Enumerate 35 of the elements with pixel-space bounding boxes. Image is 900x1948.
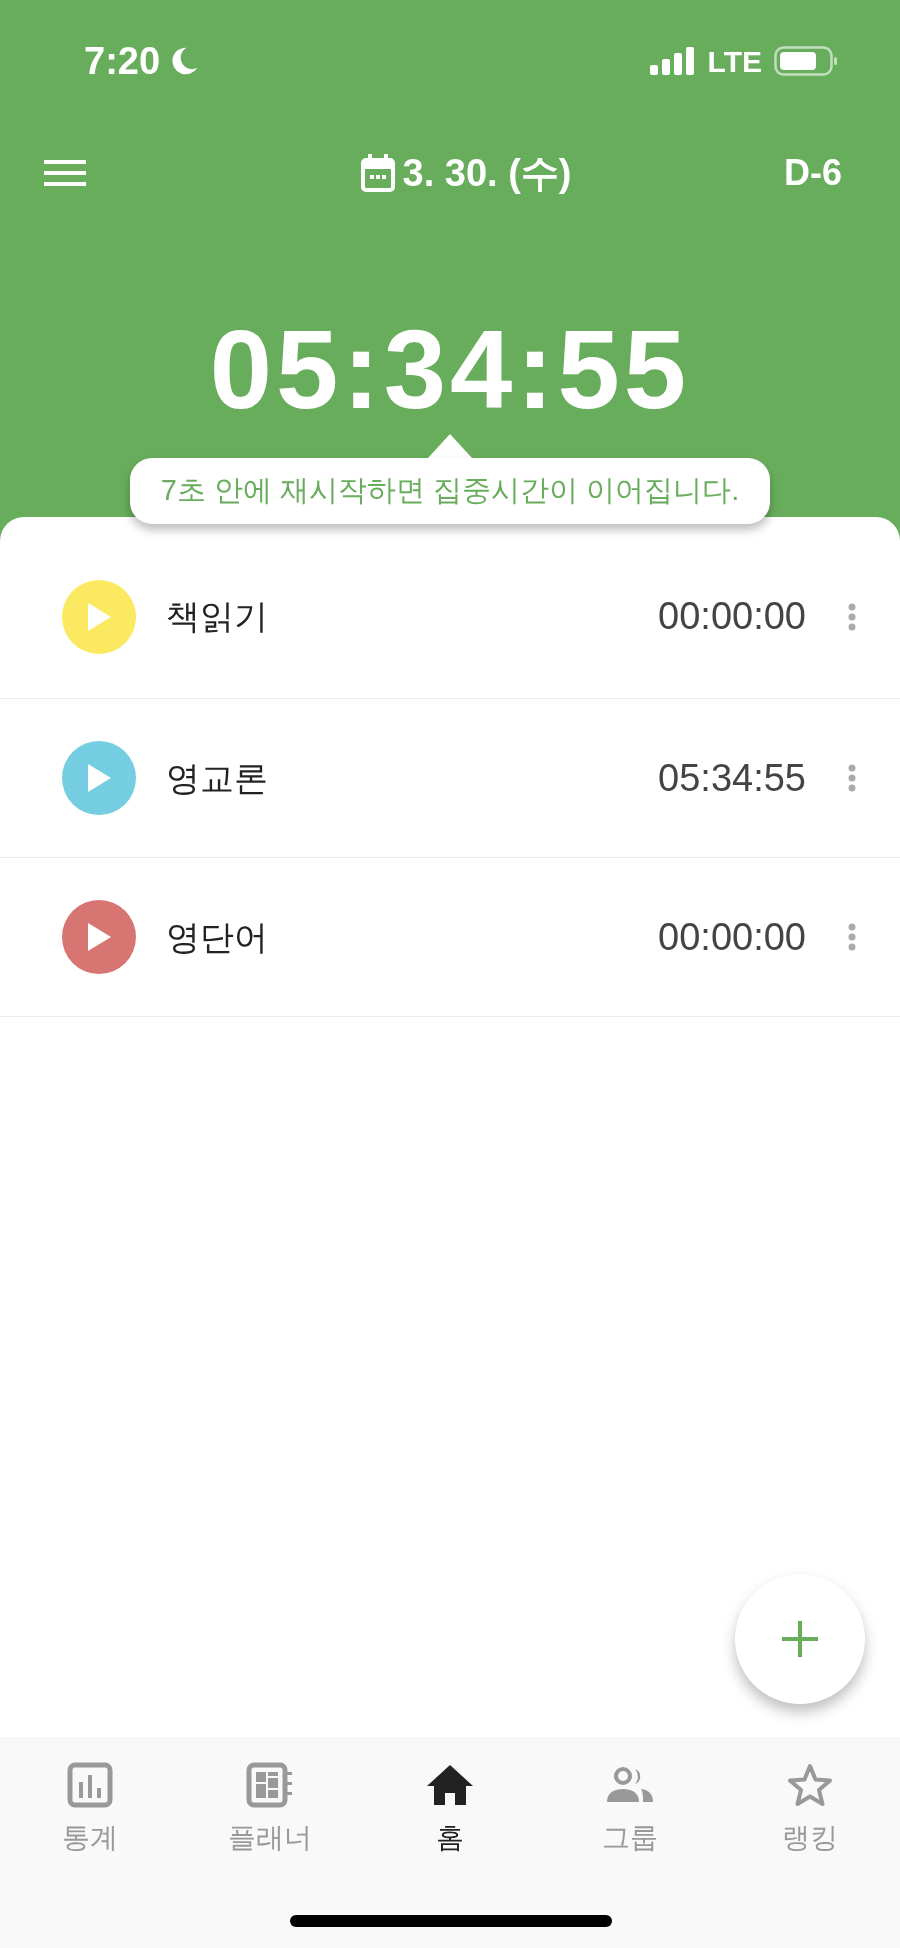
d-day-label: D-6 [784, 151, 842, 195]
subject-name: 책읽기 [166, 596, 269, 637]
status-time: 7:20 [84, 38, 161, 84]
subject-row[interactable]: 영단어 00:00:00 [0, 858, 900, 1017]
people-icon [605, 1766, 655, 1804]
subject-time: 05:34:55 [658, 755, 806, 801]
more-icon [848, 764, 856, 792]
menu-icon [44, 160, 86, 186]
play-icon [86, 922, 112, 952]
resume-tooltip: 7초 안에 재시작하면 집중시간이 이어집니다. [130, 458, 770, 524]
star-icon [787, 1763, 833, 1807]
play-icon [86, 763, 112, 793]
date-label[interactable]: 3. 30. (수) [402, 144, 572, 202]
subject-name: 영단어 [166, 916, 269, 958]
network-label: LTE [707, 43, 762, 80]
more-icon [848, 602, 856, 631]
home-icon [426, 1764, 474, 1806]
planner-icon [246, 1762, 294, 1808]
nav-tab[interactable]: 랭킹 [720, 1761, 900, 1859]
subject-time: 00:00:00 [658, 594, 806, 639]
battery-icon [774, 45, 838, 77]
subject-row[interactable]: 영교론 05:34:55 [0, 699, 900, 858]
bar-chart-icon [67, 1762, 113, 1808]
more-icon [848, 923, 856, 951]
total-timer: 05:34:55 [209, 314, 691, 426]
nav-tab[interactable]: 홈 [360, 1761, 540, 1859]
subject-name: 영교론 [166, 757, 269, 799]
nav-tab[interactable]: 통계 [0, 1761, 180, 1859]
play-icon [86, 601, 112, 632]
calendar-icon [360, 154, 395, 192]
nav-tab[interactable]: 플래너 [180, 1761, 360, 1859]
plus-icon [782, 1621, 818, 1657]
signal-icon [649, 46, 696, 76]
subject-time: 00:00:00 [658, 914, 806, 960]
nav-tab[interactable]: 그룹 [540, 1761, 720, 1859]
